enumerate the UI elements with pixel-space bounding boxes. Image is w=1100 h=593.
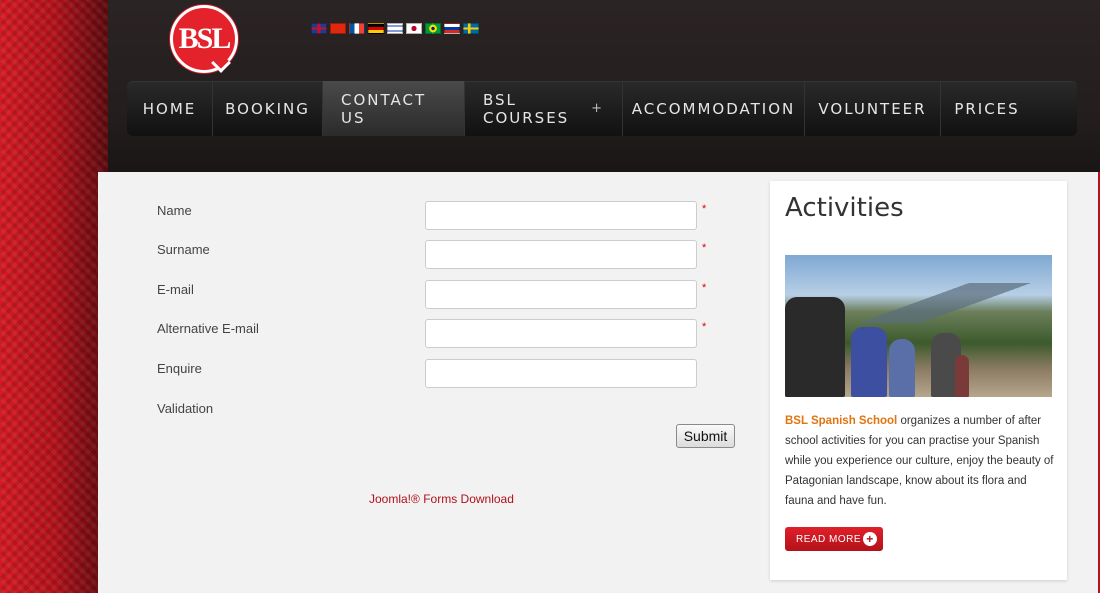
language-switcher [311, 23, 479, 34]
read-more-button[interactable]: READ MORE + [785, 527, 883, 551]
il-flag-icon[interactable] [387, 23, 403, 34]
email-input[interactable] [425, 280, 697, 309]
form-row-surname: Surname * [157, 240, 717, 270]
form-row-validation: Validation [157, 399, 717, 429]
forms-download-link[interactable]: Joomla!® Forms Download [369, 492, 514, 506]
nav-item-prices[interactable]: PRICES [941, 81, 1033, 136]
nav-item-booking[interactable]: BOOKING [213, 81, 323, 136]
required-mark: * [702, 242, 707, 254]
de-flag-icon[interactable] [368, 23, 384, 34]
plus-icon: + [591, 101, 604, 116]
surname-input[interactable] [425, 240, 697, 269]
enquire-input[interactable] [425, 359, 697, 388]
fr-flag-icon[interactable] [349, 23, 365, 34]
surname-label: Surname [157, 242, 210, 257]
nav-item-contact-us[interactable]: CONTACT US [323, 81, 465, 136]
enquire-label: Enquire [157, 361, 202, 376]
plus-circle-icon: + [863, 532, 877, 546]
photo-person [785, 297, 845, 397]
form-row-email: E-mail * [157, 280, 717, 310]
photo-person [955, 355, 969, 397]
form-row-name: Name * [157, 201, 717, 231]
photo-person [851, 327, 887, 397]
background-red-pattern [0, 0, 110, 593]
photo-person [889, 339, 915, 397]
submit-button[interactable]: Submit [676, 424, 735, 448]
cn-flag-icon[interactable] [330, 23, 346, 34]
required-mark: * [702, 203, 707, 215]
nav-item-home[interactable]: HOME [127, 81, 213, 136]
alt-email-label: Alternative E-mail [157, 321, 259, 336]
form-row-alt-email: Alternative E-mail * [157, 319, 717, 349]
school-name-link[interactable]: BSL Spanish School [785, 415, 897, 427]
nav-item-bsl-courses[interactable]: BSL COURSES + [465, 81, 623, 136]
jp-flag-icon[interactable] [406, 23, 422, 34]
activities-sidebar: Activities BSL Spanish School organizes … [770, 181, 1067, 580]
alt-email-input[interactable] [425, 319, 697, 348]
uk-flag-icon[interactable] [311, 23, 327, 34]
sidebar-title: Activities [785, 193, 904, 223]
name-label: Name [157, 203, 192, 218]
name-input[interactable] [425, 201, 697, 230]
se-flag-icon[interactable] [463, 23, 479, 34]
required-mark: * [702, 282, 707, 294]
activities-photo [785, 255, 1052, 397]
form-row-enquire: Enquire [157, 359, 717, 389]
email-label: E-mail [157, 282, 194, 297]
br-flag-icon[interactable] [425, 23, 441, 34]
required-mark: * [702, 321, 707, 333]
ru-flag-icon[interactable] [444, 23, 460, 34]
nav-item-accommodation[interactable]: ACCOMMODATION [623, 81, 805, 136]
sidebar-description: BSL Spanish School organizes a number of… [785, 415, 1054, 507]
photo-mountain [845, 283, 1045, 323]
validation-label: Validation [157, 401, 214, 416]
nav-item-volunteer[interactable]: VOLUNTEER [805, 81, 941, 136]
main-nav: HOME BOOKING CONTACT US BSL COURSES + ACC… [127, 81, 1077, 136]
